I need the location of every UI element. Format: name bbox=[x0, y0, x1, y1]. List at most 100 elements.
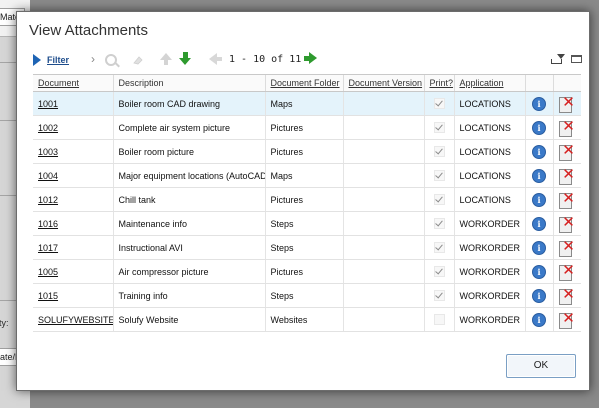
table-header-row: Document Description Document Folder Doc… bbox=[33, 75, 581, 92]
print-checkbox[interactable] bbox=[433, 242, 445, 254]
info-icon[interactable]: i bbox=[532, 264, 546, 279]
version-cell bbox=[342, 283, 424, 308]
print-checkbox[interactable] bbox=[433, 194, 445, 206]
table-row[interactable]: 1015 Training info Steps WORKORDER i ✕ bbox=[33, 283, 581, 308]
delete-icon[interactable]: ✕ bbox=[559, 94, 575, 113]
column-header-document[interactable]: Document bbox=[33, 75, 113, 92]
info-icon[interactable]: i bbox=[532, 192, 546, 207]
delete-icon[interactable]: ✕ bbox=[559, 262, 575, 281]
pagination-text: 1 - 10 of 11 bbox=[229, 54, 302, 65]
column-header-print[interactable]: Print? bbox=[423, 75, 454, 92]
download-icon[interactable] bbox=[551, 54, 565, 64]
table-row[interactable]: 1004 Major equipment locations (AutoCAD) M… bbox=[33, 163, 581, 188]
clear-filter-icon bbox=[133, 56, 143, 65]
table-row[interactable]: 1002 Complete air system picture Pictures L… bbox=[33, 115, 581, 140]
info-icon[interactable]: i bbox=[532, 312, 546, 327]
chevron-right-icon: › bbox=[91, 52, 95, 66]
delete-cell: ✕ bbox=[552, 139, 581, 164]
delete-cell: ✕ bbox=[552, 91, 581, 116]
delete-cell: ✕ bbox=[552, 235, 581, 260]
table-row[interactable]: 1003 Boiler room picture Pictures LOCATIONS… bbox=[33, 139, 581, 164]
description-cell: Instructional AVI bbox=[112, 235, 265, 260]
document-link[interactable]: 1003 bbox=[33, 139, 113, 164]
table-row[interactable]: 1005 Air compressor picture Pictures WORKOR… bbox=[33, 259, 581, 284]
description-cell: Major equipment locations (AutoCAD) bbox=[112, 163, 265, 188]
minimize-table-icon[interactable] bbox=[571, 55, 582, 63]
print-checkbox[interactable] bbox=[433, 122, 445, 134]
delete-cell: ✕ bbox=[552, 187, 581, 212]
filter-link[interactable]: Filter bbox=[47, 55, 69, 65]
description-cell: Maintenance info bbox=[112, 211, 265, 236]
delete-icon[interactable]: ✕ bbox=[559, 214, 575, 233]
version-cell bbox=[342, 187, 424, 212]
description-cell: Chill tank bbox=[112, 187, 265, 212]
folder-cell: Steps bbox=[264, 283, 343, 308]
filter-expand-icon[interactable] bbox=[33, 54, 41, 66]
document-link[interactable]: 1001 bbox=[33, 91, 113, 116]
print-checkbox[interactable] bbox=[433, 290, 445, 302]
document-link[interactable]: SOLUFYWEBSITE bbox=[33, 307, 113, 332]
table-row[interactable]: 1001 Boiler room CAD drawing Maps LOCATIONS… bbox=[33, 91, 581, 116]
print-checkbox[interactable] bbox=[433, 98, 445, 110]
application-cell: WORKORDER bbox=[453, 259, 525, 284]
delete-icon[interactable]: ✕ bbox=[559, 286, 575, 305]
delete-icon[interactable]: ✕ bbox=[559, 166, 575, 185]
version-cell bbox=[342, 211, 424, 236]
delete-cell: ✕ bbox=[552, 211, 581, 236]
version-cell bbox=[342, 139, 424, 164]
description-cell: Solufy Website bbox=[112, 307, 265, 332]
folder-cell: Pictures bbox=[264, 259, 343, 284]
print-checkbox[interactable] bbox=[433, 314, 445, 326]
previous-row-icon bbox=[160, 53, 172, 65]
print-cell bbox=[423, 187, 454, 212]
info-cell: i bbox=[524, 259, 553, 284]
info-icon[interactable]: i bbox=[532, 216, 546, 231]
document-link[interactable]: 1004 bbox=[33, 163, 113, 188]
application-cell: WORKORDER bbox=[453, 235, 525, 260]
ok-button[interactable]: OK bbox=[506, 354, 576, 378]
info-icon[interactable]: i bbox=[532, 144, 546, 159]
document-link[interactable]: 1016 bbox=[33, 211, 113, 236]
version-cell bbox=[342, 91, 424, 116]
delete-icon[interactable]: ✕ bbox=[559, 118, 575, 137]
version-cell bbox=[342, 259, 424, 284]
delete-icon[interactable]: ✕ bbox=[559, 310, 575, 329]
table-row[interactable]: SOLUFYWEBSITE Solufy Website Websites WORKO… bbox=[33, 307, 581, 332]
document-link[interactable]: 1012 bbox=[33, 187, 113, 212]
info-icon[interactable]: i bbox=[532, 240, 546, 255]
folder-cell: Pictures bbox=[264, 139, 343, 164]
delete-icon[interactable]: ✕ bbox=[559, 190, 575, 209]
info-icon[interactable]: i bbox=[532, 288, 546, 303]
document-link[interactable]: 1005 bbox=[33, 259, 113, 284]
version-cell bbox=[342, 115, 424, 140]
info-cell: i bbox=[524, 307, 553, 332]
table-row[interactable]: 1012 Chill tank Pictures LOCATIONS i ✕ bbox=[33, 187, 581, 212]
table-row[interactable]: 1017 Instructional AVI Steps WORKORDER i ✕ bbox=[33, 235, 581, 260]
column-header-application[interactable]: Application bbox=[453, 75, 525, 92]
document-link[interactable]: 1017 bbox=[33, 235, 113, 260]
folder-cell: Maps bbox=[264, 91, 343, 116]
delete-icon[interactable]: ✕ bbox=[559, 142, 575, 161]
print-checkbox[interactable] bbox=[433, 146, 445, 158]
info-icon[interactable]: i bbox=[532, 168, 546, 183]
description-cell: Boiler room picture bbox=[112, 139, 265, 164]
description-cell: Air compressor picture bbox=[112, 259, 265, 284]
document-link[interactable]: 1002 bbox=[33, 115, 113, 140]
info-icon[interactable]: i bbox=[532, 120, 546, 135]
print-checkbox[interactable] bbox=[433, 218, 445, 230]
print-checkbox[interactable] bbox=[433, 170, 445, 182]
column-header-document-version[interactable]: Document Version bbox=[342, 75, 424, 92]
delete-icon[interactable]: ✕ bbox=[559, 238, 575, 257]
info-cell: i bbox=[524, 187, 553, 212]
print-checkbox[interactable] bbox=[433, 266, 445, 278]
info-cell: i bbox=[524, 211, 553, 236]
application-cell: LOCATIONS bbox=[453, 115, 525, 140]
column-header-document-folder[interactable]: Document Folder bbox=[264, 75, 343, 92]
document-link[interactable]: 1015 bbox=[33, 283, 113, 308]
table-row[interactable]: 1016 Maintenance info Steps WORKORDER i ✕ bbox=[33, 211, 581, 236]
application-cell: LOCATIONS bbox=[453, 187, 525, 212]
print-cell bbox=[423, 259, 454, 284]
previous-page-icon bbox=[209, 53, 222, 65]
delete-cell: ✕ bbox=[552, 163, 581, 188]
info-icon[interactable]: i bbox=[532, 96, 546, 111]
